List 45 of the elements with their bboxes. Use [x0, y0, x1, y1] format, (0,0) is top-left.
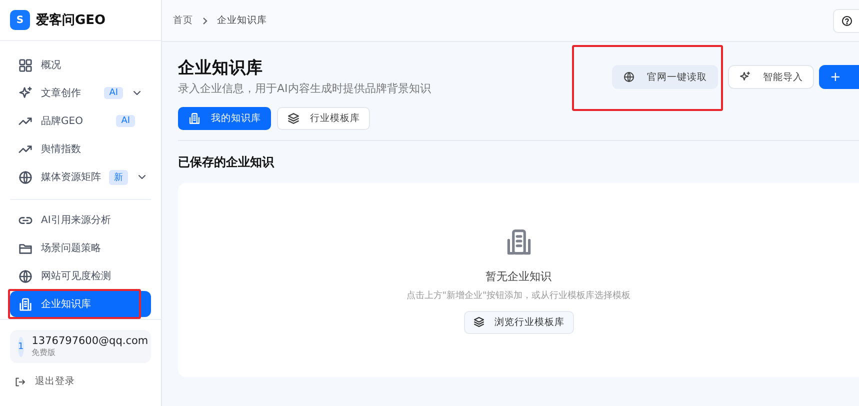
sidebar-item[interactable]: 媒体资源矩阵 新: [10, 164, 151, 190]
globe-icon: [18, 170, 33, 184]
breadcrumb-item[interactable]: 首页: [173, 14, 193, 27]
logout-icon: [14, 376, 26, 388]
action-button[interactable]: 智能导入: [728, 65, 814, 89]
chevron-right-icon: [201, 16, 209, 24]
grid-icon: [18, 58, 33, 72]
sidebar-item[interactable]: 网站可见度检测: [10, 263, 151, 289]
sidebar-item[interactable]: 企业知识库: [10, 291, 151, 317]
sidebar-item[interactable]: 文章创作 AI: [10, 80, 151, 106]
help-button[interactable]: [833, 8, 859, 32]
sidebar-item[interactable]: 品牌GEO AI: [10, 108, 151, 134]
breadcrumb-item: 企业知识库: [217, 14, 267, 27]
help-icon: [840, 14, 852, 26]
empty-hint: 点击上方"新增企业"按钮添加，或从行业模板库选择模板: [406, 290, 631, 302]
layers-icon: [472, 316, 484, 328]
user-email: 1376797600@qq.com: [32, 335, 148, 347]
page-title: 企业知识库: [178, 57, 264, 79]
browse-templates-button[interactable]: 浏览行业模板库: [464, 310, 574, 334]
sparkle-icon: [18, 86, 33, 100]
logo-mark: S: [10, 10, 30, 30]
app-name: 爱客问GEO: [36, 12, 106, 29]
sidebar-item[interactable]: 概况: [10, 52, 151, 78]
section-title: 已保存的企业知识: [178, 154, 276, 171]
action-button[interactable]: 官网一键读取: [612, 65, 718, 89]
globe-icon: [623, 71, 635, 83]
user-avatar: 1: [18, 336, 24, 356]
sidebar-badge: 新: [109, 170, 128, 184]
sidebar-badge: AI: [116, 115, 135, 127]
sparkle-icon: [739, 71, 751, 83]
building-icon: [188, 112, 201, 125]
user-plan: 免费版: [32, 347, 57, 358]
tab[interactable]: 我的知识库: [178, 107, 271, 130]
layers-icon: [287, 112, 300, 125]
empty-title: 暂无企业知识: [486, 268, 552, 284]
tab[interactable]: 行业模板库: [277, 107, 370, 130]
globe-icon: [18, 268, 33, 284]
sidebar-item[interactable]: 场景问题策略: [10, 235, 151, 261]
page-subtitle: 录入企业信息，用于AI内容生成时提供品牌背景知识: [178, 81, 432, 96]
sidebar-item[interactable]: AI引用来源分析: [10, 207, 151, 233]
add-button[interactable]: +: [819, 65, 859, 89]
building-icon: [18, 296, 33, 312]
logout-link[interactable]: 退出登录: [10, 371, 151, 392]
sidebar-item[interactable]: 舆情指数: [10, 136, 151, 162]
sidebar-badge: AI: [104, 87, 123, 99]
